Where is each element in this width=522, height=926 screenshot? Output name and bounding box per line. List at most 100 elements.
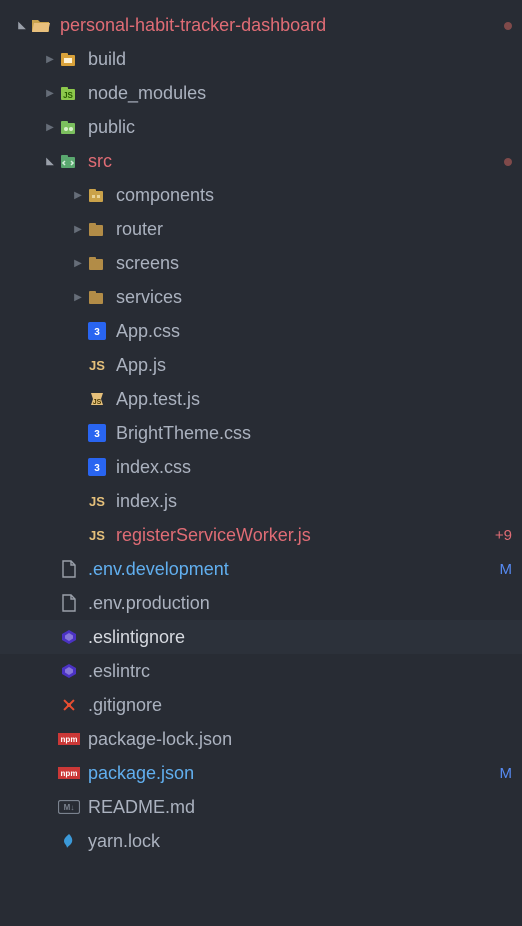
svg-text:3: 3 bbox=[94, 327, 100, 338]
tree-item-label: yarn.lock bbox=[88, 831, 512, 852]
tree-item-label: README.md bbox=[88, 797, 512, 818]
folder-node-icon: JS bbox=[58, 85, 80, 101]
folder-closed-icon bbox=[86, 221, 108, 237]
tree-item-label: services bbox=[116, 287, 512, 308]
js-icon: JS bbox=[86, 356, 108, 374]
svg-text:3: 3 bbox=[94, 429, 100, 440]
jstest-icon: JS bbox=[86, 390, 108, 408]
tree-item-bright[interactable]: ▶3BrightTheme.css bbox=[0, 416, 522, 450]
eslint-icon bbox=[58, 662, 80, 680]
tree-item-build[interactable]: ▶ build bbox=[0, 42, 522, 76]
tree-item-router[interactable]: ▶ router bbox=[0, 212, 522, 246]
tree-item-label: .eslintrc bbox=[88, 661, 512, 682]
tree-item-indexcss[interactable]: ▶3index.css bbox=[0, 450, 522, 484]
tree-item-gitignore[interactable]: ▶.gitignore bbox=[0, 688, 522, 722]
css-icon: 3 bbox=[86, 424, 108, 442]
tree-item-label: BrightTheme.css bbox=[116, 423, 512, 444]
js-icon: JS bbox=[86, 526, 108, 544]
folder-closed-icon bbox=[86, 289, 108, 305]
tree-item-label: package.json bbox=[88, 763, 492, 784]
tree-item-appcss[interactable]: ▶3App.css bbox=[0, 314, 522, 348]
tree-item-label: personal-habit-tracker-dashboard bbox=[60, 15, 496, 36]
svg-text:3: 3 bbox=[94, 463, 100, 474]
file-tree: ◢personal-habit-tracker-dashboard▶build▶… bbox=[0, 8, 522, 858]
tree-item-public[interactable]: ▶ public bbox=[0, 110, 522, 144]
tree-item-components[interactable]: ▶ components bbox=[0, 178, 522, 212]
tree-item-src[interactable]: ◢ src bbox=[0, 144, 522, 178]
tree-item-label: .gitignore bbox=[88, 695, 512, 716]
chevron-down-icon[interactable]: ◢ bbox=[14, 20, 30, 31]
chevron-right-icon[interactable]: ▶ bbox=[70, 190, 86, 201]
tree-item-eslintrc[interactable]: ▶.eslintrc bbox=[0, 654, 522, 688]
chevron-right-icon[interactable]: ▶ bbox=[70, 224, 86, 235]
tree-item-envprod[interactable]: ▶.env.production bbox=[0, 586, 522, 620]
tree-item-envdev[interactable]: ▶.env.developmentM bbox=[0, 552, 522, 586]
tree-item-label: package-lock.json bbox=[88, 729, 512, 750]
css-icon: 3 bbox=[86, 458, 108, 476]
svg-text:JS: JS bbox=[93, 399, 102, 406]
svg-text:JS: JS bbox=[89, 528, 105, 543]
folder-closed-icon bbox=[86, 255, 108, 271]
git-icon bbox=[58, 696, 80, 714]
tree-item-label: registerServiceWorker.js bbox=[116, 525, 487, 546]
tree-item-readme[interactable]: ▶M↓README.md bbox=[0, 790, 522, 824]
tree-item-label: router bbox=[116, 219, 512, 240]
tree-item-rsw[interactable]: ▶JSregisterServiceWorker.js+9 bbox=[0, 518, 522, 552]
yarn-icon bbox=[58, 832, 80, 850]
chevron-down-icon[interactable]: ◢ bbox=[42, 156, 58, 167]
modified-dot-icon bbox=[504, 17, 512, 34]
vcs-status-badge: M bbox=[500, 561, 513, 578]
chevron-right-icon[interactable]: ▶ bbox=[70, 292, 86, 303]
svg-text:M↓: M↓ bbox=[64, 803, 75, 812]
modified-dot-icon bbox=[504, 153, 512, 170]
svg-text:JS: JS bbox=[63, 91, 73, 100]
file-icon bbox=[58, 594, 80, 612]
chevron-right-icon[interactable]: ▶ bbox=[42, 122, 58, 133]
tree-item-label: App.test.js bbox=[116, 389, 512, 410]
tree-item-screens[interactable]: ▶ screens bbox=[0, 246, 522, 280]
tree-item-label: public bbox=[88, 117, 512, 138]
folder-build-icon bbox=[58, 51, 80, 67]
tree-item-appjs[interactable]: ▶JSApp.js bbox=[0, 348, 522, 382]
md-icon: M↓ bbox=[58, 800, 80, 814]
tree-item-label: App.js bbox=[116, 355, 512, 376]
tree-item-label: index.css bbox=[116, 457, 512, 478]
chevron-right-icon[interactable]: ▶ bbox=[42, 88, 58, 99]
css-icon: 3 bbox=[86, 322, 108, 340]
eslint-icon bbox=[58, 628, 80, 646]
svg-text:npm: npm bbox=[61, 735, 78, 744]
tree-item-yarnlock[interactable]: ▶yarn.lock bbox=[0, 824, 522, 858]
tree-item-eslintignore[interactable]: ▶.eslintignore bbox=[0, 620, 522, 654]
chevron-right-icon[interactable]: ▶ bbox=[70, 258, 86, 269]
npm-icon: npm bbox=[58, 767, 80, 779]
tree-item-label: App.css bbox=[116, 321, 512, 342]
chevron-right-icon[interactable]: ▶ bbox=[42, 54, 58, 65]
tree-item-pkg[interactable]: ▶npmpackage.jsonM bbox=[0, 756, 522, 790]
tree-item-services[interactable]: ▶ services bbox=[0, 280, 522, 314]
tree-item-label: .eslintignore bbox=[88, 627, 512, 648]
svg-text:JS: JS bbox=[89, 358, 105, 373]
tree-item-label: src bbox=[88, 151, 496, 172]
tree-item-label: .env.production bbox=[88, 593, 512, 614]
tree-item-indexjs[interactable]: ▶JSindex.js bbox=[0, 484, 522, 518]
svg-text:JS: JS bbox=[89, 494, 105, 509]
tree-item-label: screens bbox=[116, 253, 512, 274]
vcs-status-badge: +9 bbox=[495, 527, 512, 544]
npm-icon: npm bbox=[58, 733, 80, 745]
tree-item-label: index.js bbox=[116, 491, 512, 512]
file-icon bbox=[58, 560, 80, 578]
tree-item-label: components bbox=[116, 185, 512, 206]
tree-item-label: build bbox=[88, 49, 512, 70]
folder-open-mod-icon bbox=[30, 17, 52, 33]
tree-item-label: node_modules bbox=[88, 83, 512, 104]
tree-item-node_modules[interactable]: ▶ JS node_modules bbox=[0, 76, 522, 110]
vcs-status-badge: M bbox=[500, 765, 513, 782]
js-icon: JS bbox=[86, 492, 108, 510]
tree-item-apptest[interactable]: ▶JSApp.test.js bbox=[0, 382, 522, 416]
tree-item-pkglock[interactable]: ▶npmpackage-lock.json bbox=[0, 722, 522, 756]
tree-item-label: .env.development bbox=[88, 559, 492, 580]
folder-public-icon bbox=[58, 119, 80, 135]
tree-item-root[interactable]: ◢ personal-habit-tracker-dashboard bbox=[0, 8, 522, 42]
folder-src-icon bbox=[58, 153, 80, 169]
folder-closed-y-icon bbox=[86, 187, 108, 203]
